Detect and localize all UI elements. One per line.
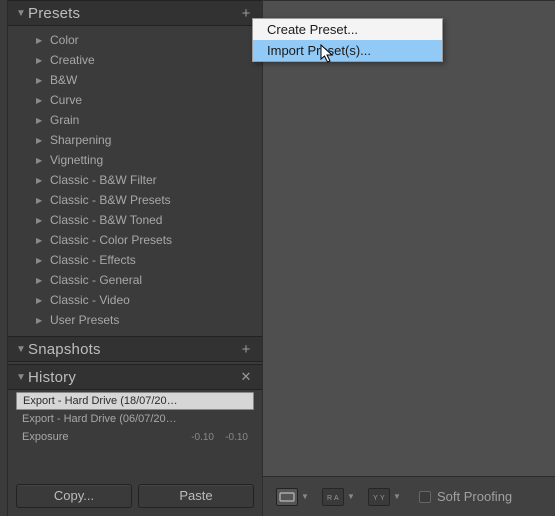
chevron-right-icon: ▶ xyxy=(36,216,50,225)
snapshots-header[interactable]: ▼ Snapshots + xyxy=(8,336,262,362)
checkbox-icon xyxy=(419,491,431,503)
preset-folder-label: Classic - Effects xyxy=(50,253,136,267)
svg-text:Y: Y xyxy=(373,495,378,502)
chevron-right-icon: ▶ xyxy=(36,56,50,65)
preset-folder-label: Classic - B&W Filter xyxy=(50,173,157,187)
snapshots-title: Snapshots xyxy=(28,341,238,358)
preset-folder-label: Curve xyxy=(50,93,82,107)
preset-folder[interactable]: ▶Classic - General xyxy=(8,270,262,290)
before-after-lr-button[interactable]: RA xyxy=(322,488,344,506)
chevron-down-icon: ▼ xyxy=(16,344,28,355)
preset-folder-label: Grain xyxy=(50,113,79,127)
presets-header[interactable]: ▼ Presets + xyxy=(8,0,262,26)
chevron-right-icon: ▶ xyxy=(36,276,50,285)
soft-proofing-label: Soft Proofing xyxy=(437,489,512,504)
chevron-right-icon: ▶ xyxy=(36,136,50,145)
right-panel: ▼ RA ▼ YY ▼ Soft Proofing xyxy=(262,0,555,516)
preset-folder[interactable]: ▶Sharpening xyxy=(8,130,262,150)
history-title: History xyxy=(28,369,238,386)
chevron-down-icon[interactable]: ▼ xyxy=(346,492,356,501)
preset-folder-label: Classic - Video xyxy=(50,293,130,307)
left-panel: ▼ Presets + ▶Color▶Creative▶B&W▶Curve▶Gr… xyxy=(8,0,262,516)
preset-folder[interactable]: ▶Classic - B&W Toned xyxy=(8,210,262,230)
clear-history-button[interactable]: ✕ xyxy=(238,369,254,385)
preset-folder[interactable]: ▶Color xyxy=(8,30,262,50)
chevron-right-icon: ▶ xyxy=(36,156,50,165)
preset-folder-label: Color xyxy=(50,33,79,47)
history-item[interactable]: Export - Hard Drive (18/07/2018 14:01: xyxy=(16,392,254,410)
chevron-right-icon: ▶ xyxy=(36,316,50,325)
preset-folder-label: Creative xyxy=(50,53,95,67)
svg-text:R: R xyxy=(327,495,332,502)
menu-import-presets[interactable]: Import Preset(s)... xyxy=(253,40,442,61)
menu-create-preset[interactable]: Create Preset... xyxy=(253,19,442,40)
chevron-down-icon: ▼ xyxy=(16,8,28,19)
chevron-right-icon: ▶ xyxy=(36,76,50,85)
before-after-yy-button[interactable]: YY xyxy=(368,488,390,506)
view-mode-group-2: RA ▼ xyxy=(319,486,359,508)
history-item-value-old: -0.10 xyxy=(180,432,214,443)
loupe-view-button[interactable] xyxy=(276,488,298,506)
bottom-toolbar: ▼ RA ▼ YY ▼ Soft Proofing xyxy=(262,476,555,516)
preset-context-menu: Create Preset...Import Preset(s)... xyxy=(252,18,443,62)
presets-title: Presets xyxy=(28,5,238,22)
left-gutter xyxy=(0,0,8,516)
preset-folder[interactable]: ▶Grain xyxy=(8,110,262,130)
main-preview-area xyxy=(262,0,555,476)
chevron-right-icon: ▶ xyxy=(36,256,50,265)
preset-folder-label: Classic - General xyxy=(50,273,142,287)
chevron-right-icon: ▶ xyxy=(36,116,50,125)
preset-folder[interactable]: ▶Classic - B&W Presets xyxy=(8,190,262,210)
svg-text:Y: Y xyxy=(380,495,385,502)
chevron-right-icon: ▶ xyxy=(36,296,50,305)
add-snapshot-button[interactable]: + xyxy=(238,341,254,358)
preset-folder-label: User Presets xyxy=(50,313,119,327)
chevron-right-icon: ▶ xyxy=(36,176,50,185)
preset-folder-label: Vignetting xyxy=(50,153,103,167)
preset-folder[interactable]: ▶Classic - B&W Filter xyxy=(8,170,262,190)
history-item[interactable]: Exposure-0.10-0.10 xyxy=(16,428,254,446)
chevron-down-icon[interactable]: ▼ xyxy=(300,492,310,501)
history-item-value-new: -0.10 xyxy=(214,432,248,443)
chevron-down-icon[interactable]: ▼ xyxy=(392,492,402,501)
chevron-right-icon: ▶ xyxy=(36,196,50,205)
history-item-label: Export - Hard Drive (06/07/2018 14:37: xyxy=(22,413,180,425)
preset-folder-label: B&W xyxy=(50,73,77,87)
preset-folder[interactable]: ▶Curve xyxy=(8,90,262,110)
preset-folder-label: Classic - Color Presets xyxy=(50,233,172,247)
copy-button[interactable]: Copy... xyxy=(16,484,132,508)
history-item[interactable]: Export - Hard Drive (06/07/2018 14:37: xyxy=(16,410,254,428)
chevron-right-icon: ▶ xyxy=(36,236,50,245)
history-header[interactable]: ▼ History ✕ xyxy=(8,364,262,390)
preset-folder[interactable]: ▶Classic - Effects xyxy=(8,250,262,270)
preset-folder[interactable]: ▶Vignetting xyxy=(8,150,262,170)
chevron-right-icon: ▶ xyxy=(36,36,50,45)
preset-folder[interactable]: ▶B&W xyxy=(8,70,262,90)
chevron-down-icon: ▼ xyxy=(16,372,28,383)
preset-folder[interactable]: ▶Classic - Video xyxy=(8,290,262,310)
view-mode-group-3: YY ▼ xyxy=(365,486,405,508)
chevron-right-icon: ▶ xyxy=(36,96,50,105)
app-root: ▼ Presets + ▶Color▶Creative▶B&W▶Curve▶Gr… xyxy=(0,0,555,516)
preset-folder-label: Sharpening xyxy=(50,133,111,147)
preset-folder-list: ▶Color▶Creative▶B&W▶Curve▶Grain▶Sharpeni… xyxy=(8,26,262,336)
paste-button[interactable]: Paste xyxy=(138,484,254,508)
preset-folder-label: Classic - B&W Presets xyxy=(50,193,171,207)
preset-folder[interactable]: ▶Creative xyxy=(8,50,262,70)
preset-folder-label: Classic - B&W Toned xyxy=(50,213,162,227)
preset-folder[interactable]: ▶User Presets xyxy=(8,310,262,330)
history-item-label: Export - Hard Drive (18/07/2018 14:01: xyxy=(23,395,179,407)
copy-paste-row: Copy... Paste xyxy=(8,478,262,516)
soft-proofing-checkbox[interactable]: Soft Proofing xyxy=(419,489,512,504)
svg-text:A: A xyxy=(334,495,339,502)
history-list: Export - Hard Drive (18/07/2018 14:01: Ex… xyxy=(8,390,262,454)
view-mode-group-1: ▼ xyxy=(273,486,313,508)
history-item-label: Exposure xyxy=(22,431,180,443)
preset-folder[interactable]: ▶Classic - Color Presets xyxy=(8,230,262,250)
